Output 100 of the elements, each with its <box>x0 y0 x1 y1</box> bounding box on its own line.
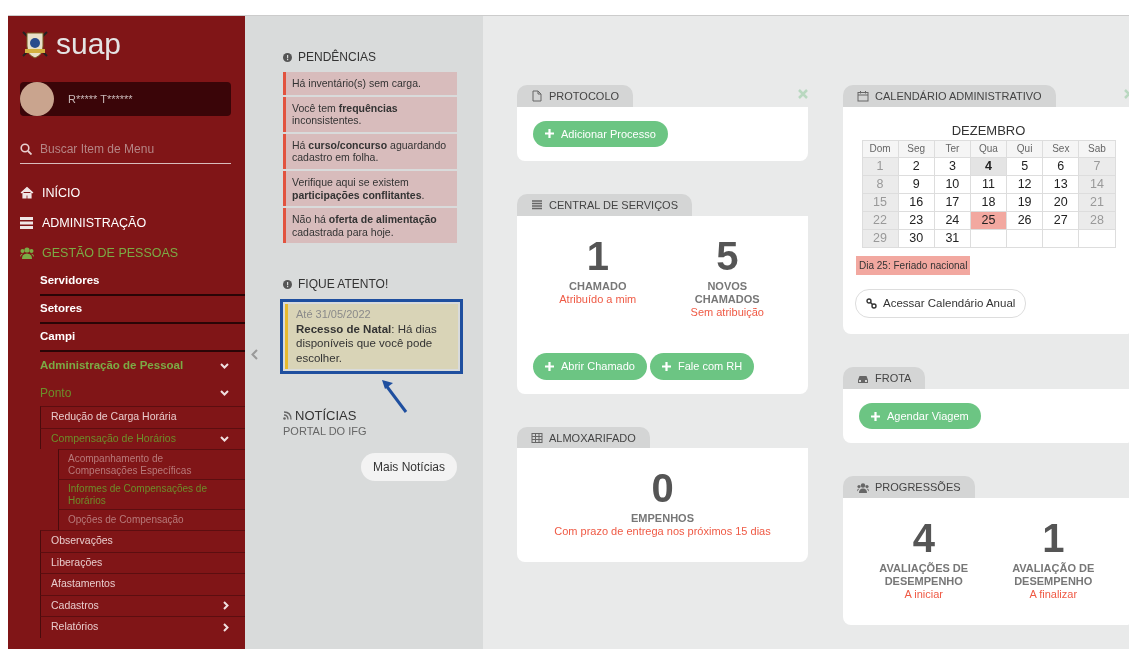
calendar-day[interactable]: 12 <box>1006 175 1043 194</box>
more-news-button[interactable]: Mais Notícias <box>360 452 457 481</box>
stat-label: AVALIAÇÕES DE DESEMPENHO <box>878 561 970 589</box>
calendar-day[interactable]: 9 <box>898 175 935 194</box>
calendar-day[interactable]: 2 <box>898 157 935 176</box>
chevron-down-icon <box>220 435 229 442</box>
notice-card[interactable]: Até 31/05/2022 Recesso de Natal: Há dias disponíveis que você pode escolher. <box>285 304 458 370</box>
calendar-day[interactable]: 30 <box>898 229 935 248</box>
search-field[interactable]: Buscar Item de Menu <box>40 140 220 158</box>
stat-value: 1 <box>1041 517 1066 558</box>
widget-title: ALMOXARIFADO <box>549 430 636 446</box>
weekday-header: Sex <box>1042 140 1079 158</box>
section-title: NOTÍCIAS <box>295 407 357 426</box>
chevron-right-icon <box>223 601 229 611</box>
stat-value: 0 <box>650 468 675 509</box>
calendar-day[interactable]: 19 <box>1006 193 1043 212</box>
calendar-day[interactable]: 27 <box>1042 211 1079 230</box>
menu-item[interactable]: Redução de Carga Horária <box>40 406 245 428</box>
stat-label: AVALIAÇÃO DE DESEMPENHO <box>1011 561 1096 589</box>
collapse-chevron-icon <box>251 349 258 360</box>
notice-date: Até 31/05/2022 <box>296 308 372 323</box>
calendar-month: DEZEMBRO <box>950 121 1027 140</box>
pending-alert[interactable]: Há curso/concurso aguardando cadastro em folha. <box>283 133 457 169</box>
user-panel[interactable]: R***** T****** <box>20 82 231 116</box>
menu-label: Compensação de Horários <box>51 430 176 446</box>
weekday-header: Qua <box>970 140 1007 158</box>
weekday-header: Sab <box>1078 140 1115 158</box>
menu-item[interactable]: Liberações <box>40 551 245 573</box>
menu-label: Cadastros <box>51 597 99 613</box>
emblem-icon <box>20 28 50 60</box>
calendar-day[interactable]: 24 <box>934 211 971 230</box>
people-icon <box>20 246 34 260</box>
plus-icon <box>545 129 554 139</box>
user-name: R***** T****** <box>68 91 133 107</box>
chevron-down-icon <box>220 363 229 369</box>
section-title: PENDÊNCIAS <box>298 48 377 66</box>
calendar-link-button[interactable]: Acessar Calendário Anual <box>855 289 1027 319</box>
calendar-day[interactable]: 20 <box>1042 193 1079 212</box>
logo-text: suap <box>56 29 122 59</box>
menu-item[interactable]: Afastamentos <box>40 573 245 595</box>
stat-link[interactable]: Sem atribuição <box>679 305 776 320</box>
widget-title: FROTA <box>875 371 912 387</box>
widget-title: PROGRESSÕES <box>875 480 961 496</box>
stat-link[interactable]: A iniciar <box>875 588 972 602</box>
stat-link[interactable]: A finalizar <box>1005 588 1102 602</box>
menu-label: ADMINISTRAÇÃO <box>42 214 147 232</box>
pending-alert[interactable]: Não há oferta de alimentação cadastrada para hoje. <box>283 208 457 244</box>
stat-label: NOVOS CHAMADOS <box>693 279 761 306</box>
calendar-day[interactable]: 10 <box>934 175 971 194</box>
rss-icon <box>283 411 292 421</box>
calendar-day[interactable]: 11 <box>970 175 1007 194</box>
calendar-day[interactable]: 6 <box>1042 157 1079 176</box>
menu-item[interactable]: Cadastros <box>40 594 245 616</box>
menu-label: Administração de Pessoal <box>40 358 184 374</box>
menu-label: INÍCIO <box>42 184 81 202</box>
stat-link[interactable]: Atribuído a mim <box>549 292 646 306</box>
empty-day-cell <box>1078 229 1115 248</box>
calendar-day[interactable]: 31 <box>934 229 971 248</box>
pending-alert[interactable]: Há inventário(s) sem carga. <box>283 72 457 95</box>
empty-day-cell <box>970 229 1007 248</box>
menu-item[interactable]: Relatórios <box>40 616 245 638</box>
plus-icon <box>662 361 671 371</box>
people-icon <box>857 481 869 494</box>
plus-icon <box>871 411 880 421</box>
section-title: FIQUE ATENTO! <box>298 276 389 294</box>
weekday-header: Dom <box>862 140 899 158</box>
calendar-day[interactable]: 18 <box>970 193 1007 212</box>
calendar-day[interactable]: 3 <box>934 157 971 176</box>
weekday-header: Qui <box>1006 140 1043 158</box>
home-icon <box>20 186 34 200</box>
calendar-day[interactable]: 17 <box>934 193 971 212</box>
list-icon <box>531 199 543 212</box>
empty-day-cell <box>1006 229 1043 248</box>
menu-item[interactable]: Observações <box>40 530 245 552</box>
calendar-day[interactable]: 26 <box>1006 211 1043 230</box>
menu-item[interactable]: GESTÃO DE PESSOAS <box>8 238 245 268</box>
pending-alert[interactable]: Verifique aqui se existem participações conflitantes. <box>283 170 457 207</box>
calendar-day[interactable]: 23 <box>898 211 935 230</box>
calendar-day[interactable]: 5 <box>1006 157 1043 176</box>
pending-alert[interactable]: Você tem frequências inconsistentes. <box>283 96 457 132</box>
stat-link[interactable]: Com prazo de entrega nos próximos 15 dias <box>533 525 792 539</box>
calendar-day[interactable]: 13 <box>1042 175 1079 194</box>
close-icon[interactable] <box>798 88 808 99</box>
stat-label: EMPENHOS <box>630 512 695 526</box>
menu-label: GESTÃO DE PESSOAS <box>42 244 179 262</box>
menu-label: Relatórios <box>51 619 99 635</box>
calendar-day[interactable]: 16 <box>898 193 935 212</box>
widget-title: CENTRAL DE SERVIÇOS <box>549 198 678 213</box>
menu-item[interactable]: Administração de Pessoal <box>40 352 245 380</box>
stat-value: 4 <box>911 517 936 558</box>
stat-value: 1 <box>585 235 610 276</box>
widget-title: PROTOCOLO <box>549 89 620 104</box>
menu-item[interactable]: INÍCIO <box>8 178 245 208</box>
news-source: PORTAL DO IFG <box>283 425 368 437</box>
widget-title: CALENDÁRIO ADMINISTRATIVO <box>875 89 1042 104</box>
chevron-right-icon <box>223 622 229 632</box>
notice-text: Recesso de Natal: Há dias disponíveis que você pode escolher. <box>296 322 438 366</box>
empty-day-cell <box>1042 229 1079 248</box>
menu-item[interactable]: ADMINISTRAÇÃO <box>8 208 245 238</box>
chevron-down-icon <box>220 390 229 396</box>
